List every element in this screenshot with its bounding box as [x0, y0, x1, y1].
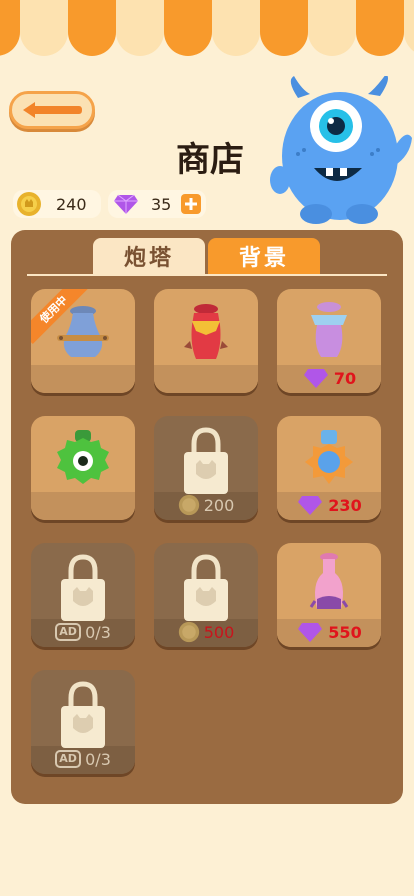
tab-divider: [27, 274, 387, 276]
gem-icon: [303, 369, 328, 388]
item-price: 500: [154, 619, 258, 645]
coin-icon: [178, 621, 199, 643]
item-price: 550: [277, 619, 381, 645]
ad-progress: 0/3: [85, 622, 111, 642]
lock-icon: [184, 427, 228, 494]
gem-icon: [298, 623, 323, 642]
gem-count: 35: [151, 194, 172, 214]
turret-vase-purple: [311, 302, 347, 357]
coin-icon: [17, 192, 41, 216]
gem-balance: 35: [108, 190, 206, 218]
page-title: 商店: [176, 140, 244, 180]
ad-progress: 0/3: [85, 749, 111, 769]
lock-icon: [184, 554, 228, 621]
shop-item-card[interactable]: [31, 416, 135, 520]
back-button[interactable]: [9, 91, 95, 129]
item-price: 200: [154, 492, 258, 518]
shop-panel: 炮塔 背景 使用中 70 200 230 AD 0/3 500 550 AD 0…: [11, 230, 403, 804]
awning: [0, 0, 414, 58]
item-price: 70: [277, 365, 381, 391]
item-price: 230: [277, 492, 381, 518]
add-gems-button[interactable]: [181, 194, 202, 214]
shop-item-card[interactable]: 230: [277, 416, 381, 520]
ad-icon: AD: [55, 623, 82, 641]
turret-vase-pink: [309, 553, 349, 609]
coin-count: 240: [56, 194, 87, 214]
shop-item-card[interactable]: AD 0/3: [31, 543, 135, 647]
gem-icon: [298, 496, 323, 515]
tab-background[interactable]: 背景: [208, 238, 320, 274]
price-value: 550: [328, 622, 362, 642]
turret-vase-red: [184, 304, 228, 359]
lock-icon: [61, 554, 105, 621]
turret-monster-green: [57, 430, 109, 484]
ad-icon: AD: [55, 750, 82, 768]
shop-item-card[interactable]: 使用中: [31, 289, 135, 393]
plus-icon: [185, 198, 198, 210]
shop-item-card[interactable]: 200: [154, 416, 258, 520]
shop-item-card[interactable]: 500: [154, 543, 258, 647]
shop-item-card[interactable]: AD 0/3: [31, 670, 135, 774]
arrow-left-icon: [23, 102, 82, 118]
price-value: 230: [328, 495, 362, 515]
lock-icon: [61, 681, 105, 748]
mascot-monster: [270, 76, 412, 224]
shop-item-card[interactable]: 550: [277, 543, 381, 647]
coin-icon: [178, 494, 199, 516]
price-value: 500: [203, 622, 235, 642]
shop-item-card[interactable]: 70: [277, 289, 381, 393]
gem-icon: [114, 194, 138, 214]
coin-balance: 240: [13, 190, 101, 218]
price-value: 200: [203, 495, 235, 515]
item-price: AD 0/3: [31, 746, 135, 772]
turret-gear-blue: [305, 430, 353, 484]
shop-item-card[interactable]: [154, 289, 258, 393]
price-value: 70: [333, 368, 357, 388]
tab-turret[interactable]: 炮塔: [93, 238, 205, 274]
item-price: AD 0/3: [31, 619, 135, 645]
